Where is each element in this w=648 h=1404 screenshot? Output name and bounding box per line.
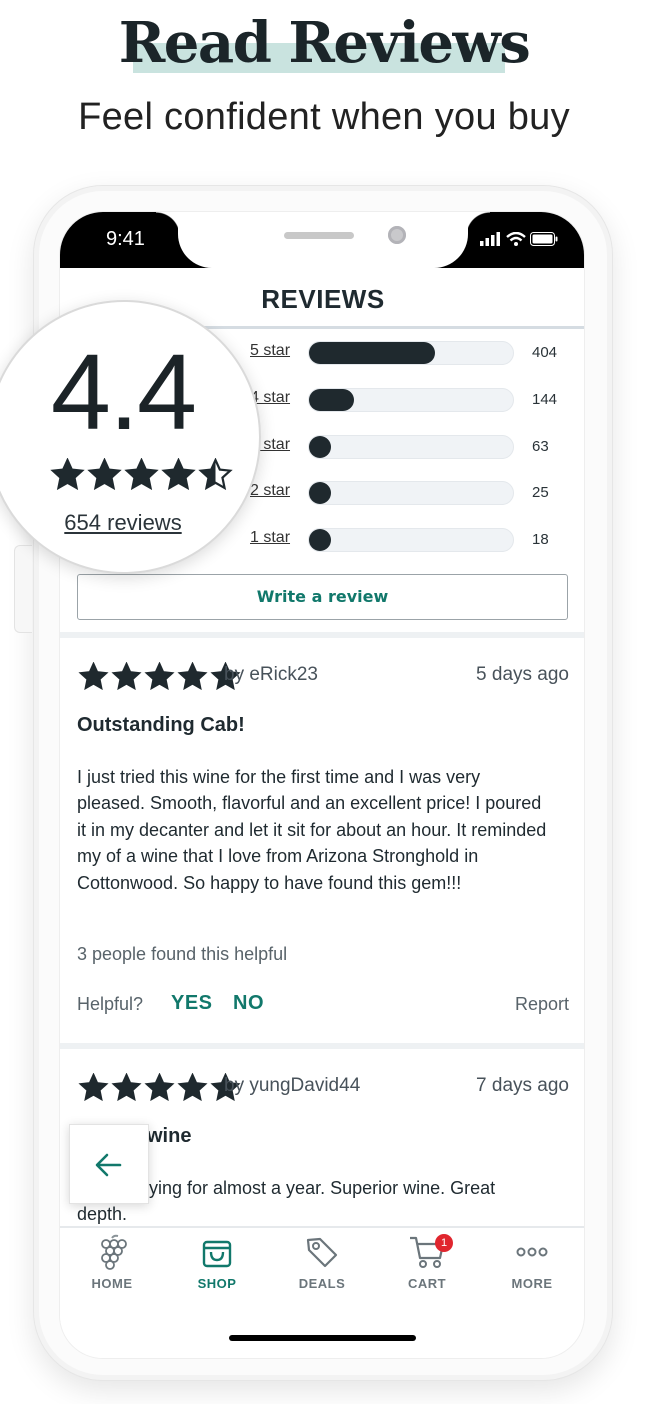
notch bbox=[178, 212, 468, 268]
system-icons bbox=[480, 232, 558, 246]
rating-magnifier: 4.4 654 reviews bbox=[0, 300, 261, 574]
average-stars bbox=[49, 458, 234, 490]
histogram-bar-track bbox=[308, 435, 514, 459]
speaker bbox=[284, 232, 354, 239]
write-review-button[interactable]: Write a review bbox=[77, 574, 568, 620]
star-icon bbox=[161, 458, 196, 490]
review-stars bbox=[77, 662, 242, 690]
histogram-count: 63 bbox=[532, 438, 549, 455]
histogram-count: 18 bbox=[532, 531, 549, 548]
review-title: Outstanding Cab! bbox=[77, 714, 245, 736]
more-dots-icon bbox=[516, 1247, 548, 1257]
tab-shop[interactable]: SHOP bbox=[165, 1234, 269, 1291]
signal-icon bbox=[480, 232, 500, 246]
review-stars bbox=[77, 1073, 242, 1101]
histogram-bar-track bbox=[308, 481, 514, 505]
battery-icon bbox=[530, 232, 558, 246]
back-button[interactable] bbox=[69, 1124, 149, 1204]
histogram-bar-fill bbox=[309, 389, 354, 411]
tag-icon bbox=[306, 1237, 338, 1268]
grapes-icon bbox=[101, 1234, 127, 1270]
review-title: wine bbox=[147, 1125, 192, 1147]
histogram-row-1[interactable]: 1 star 18 bbox=[250, 525, 560, 555]
review-date: 5 days ago bbox=[476, 664, 569, 685]
histogram-bar-track bbox=[308, 341, 514, 365]
helpful-no-button[interactable]: NO bbox=[233, 992, 264, 1015]
tab-home[interactable]: HOME bbox=[60, 1234, 164, 1291]
cart-badge: 1 bbox=[435, 1234, 453, 1252]
star-icon bbox=[111, 662, 142, 690]
histogram-bar-fill bbox=[309, 482, 331, 504]
headline-title: Read Reviews bbox=[118, 10, 531, 76]
tab-cart[interactable]: 1 CART bbox=[375, 1234, 479, 1291]
arrow-left-icon bbox=[95, 1153, 122, 1177]
helpful-count: 3 people found this helpful bbox=[77, 944, 288, 964]
star-icon bbox=[78, 1073, 109, 1101]
phone-side-button bbox=[14, 545, 32, 633]
star-icon bbox=[144, 1073, 175, 1101]
helpful-yes-button[interactable]: YES bbox=[171, 992, 213, 1015]
front-camera bbox=[388, 226, 406, 244]
histogram-bar-fill bbox=[309, 529, 331, 551]
headline: Read Reviews bbox=[0, 10, 648, 76]
tab-label: MORE bbox=[511, 1276, 553, 1291]
histogram-row-2[interactable]: 2 star 25 bbox=[250, 478, 560, 508]
star-icon bbox=[78, 662, 109, 690]
reviews-count-link[interactable]: 654 reviews bbox=[0, 510, 257, 536]
star-icon bbox=[198, 458, 233, 490]
wifi-icon bbox=[506, 232, 526, 246]
average-rating: 4.4 bbox=[50, 331, 197, 452]
section-divider bbox=[60, 1043, 584, 1049]
star-icon bbox=[111, 1073, 142, 1101]
section-divider bbox=[60, 632, 584, 638]
histogram-bar-track bbox=[308, 528, 514, 552]
review-card: by yungDavid44 7 days ago wine ying for … bbox=[77, 1073, 569, 1233]
shopping-bag-icon bbox=[202, 1240, 232, 1268]
histogram-bar-fill bbox=[309, 342, 435, 364]
review-body: I just tried this wine for the first tim… bbox=[77, 767, 547, 893]
review-date: 7 days ago bbox=[476, 1075, 569, 1096]
helpful-label: Helpful? bbox=[77, 994, 144, 1014]
star-icon bbox=[50, 458, 85, 490]
histogram-row-4[interactable]: 4 star 144 bbox=[250, 385, 560, 415]
review-card: by eRick23 5 days ago Outstanding Cab! I… bbox=[77, 662, 569, 1022]
histogram-count: 144 bbox=[532, 391, 558, 408]
star-icon bbox=[144, 662, 175, 690]
tab-label: DEALS bbox=[298, 1276, 346, 1291]
star-icon bbox=[177, 1073, 208, 1101]
review-author: by eRick23 bbox=[224, 664, 318, 685]
review-author: by yungDavid44 bbox=[224, 1075, 361, 1096]
star-icon bbox=[87, 458, 122, 490]
tab-label: CART bbox=[407, 1276, 447, 1291]
tab-label: HOME bbox=[91, 1276, 133, 1291]
histogram-count: 404 bbox=[532, 344, 558, 361]
star-icon bbox=[124, 458, 159, 490]
histogram-count: 25 bbox=[532, 484, 549, 501]
histogram-bar-track bbox=[308, 388, 514, 412]
histogram-bar-fill bbox=[309, 436, 331, 458]
status-time: 9:41 bbox=[106, 228, 145, 250]
home-indicator bbox=[229, 1335, 416, 1341]
star-icon bbox=[177, 662, 208, 690]
histogram-row-3[interactable]: 3 star 63 bbox=[250, 432, 560, 462]
headline-subtitle: Feel confident when you buy bbox=[78, 96, 570, 138]
histogram-label[interactable]: 2 star bbox=[250, 482, 290, 500]
report-button[interactable]: Report bbox=[515, 994, 569, 1015]
tab-more[interactable]: MORE bbox=[480, 1234, 584, 1291]
histogram-row-5[interactable]: 5 star 404 bbox=[250, 338, 560, 368]
tab-deals[interactable]: DEALS bbox=[270, 1234, 374, 1291]
status-bar: 9:41 bbox=[60, 212, 584, 268]
tab-label: SHOP bbox=[197, 1276, 237, 1291]
